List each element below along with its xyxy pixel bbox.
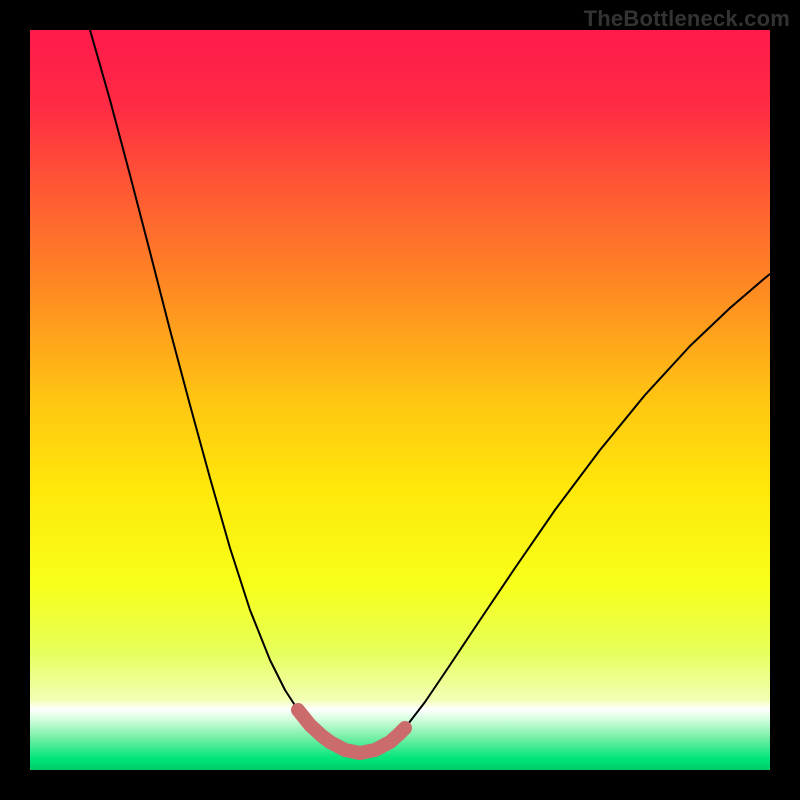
gradient-background [30,30,770,770]
plot-area [30,30,770,770]
chart-stage: TheBottleneck.com [0,0,800,800]
plot-svg [30,30,770,770]
watermark-text: TheBottleneck.com [584,6,790,32]
